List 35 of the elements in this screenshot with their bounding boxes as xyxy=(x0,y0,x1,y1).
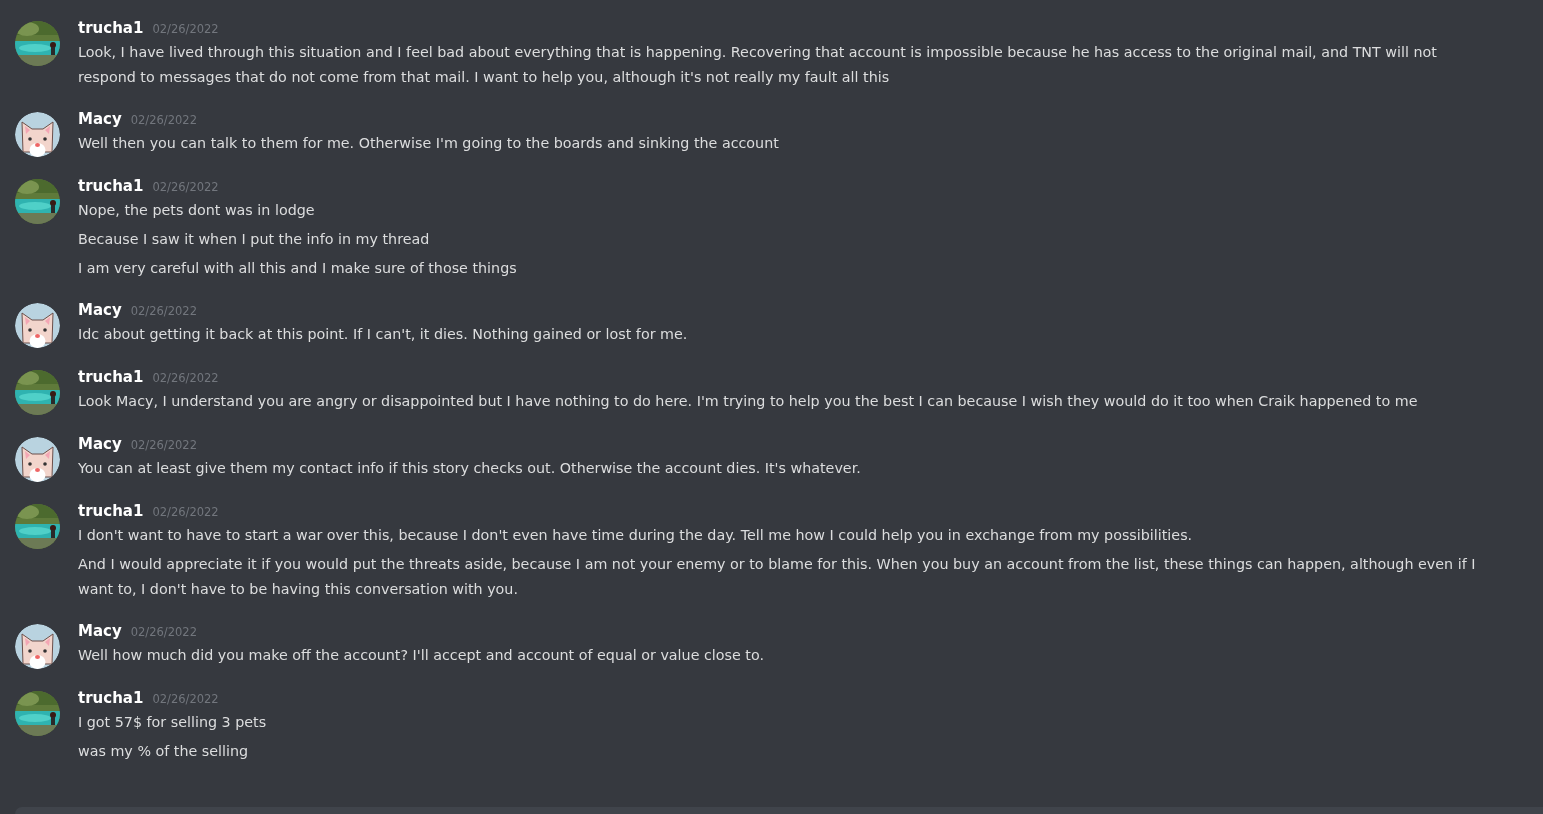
message-text: was my % of the selling xyxy=(78,742,250,761)
timestamp: 02/26/2022 xyxy=(130,625,197,639)
message-text: I am very careful with all this and I make sure of those things xyxy=(78,259,517,278)
timestamp: 02/26/2022 xyxy=(152,180,219,194)
author-name[interactable]: trucha1 xyxy=(78,19,144,37)
message-text: Look Macy, I understand you are angry or disappointed but I have nothing to do here. I'm trying to help you the best I can because I wish they would do it too when Craik happened to me xyxy=(78,392,1418,411)
message-text: Idc about getting it back at this point. If I can't, it dies. Nothing gained or lost for me. xyxy=(78,325,688,344)
message-text: Because I saw it when I put the info in my thread xyxy=(78,230,431,249)
message-text: And I would appreciate it if you would put the threats aside, because I am not your enemy or to blame for this. When you buy an account from the list, these things can happen, although even if I want to, I don't have to be having this conversation with you. xyxy=(78,555,1477,599)
cat-icon xyxy=(15,303,60,348)
timestamp: 02/26/2022 xyxy=(152,371,219,385)
message-text: Look, I have lived through this situation and I feel bad about everything that is happening. Recovering that account is impossible because he has access to the original mail, and TNT will not respond to messages that do not come from that mail. I want to help you, although it's not really my fault all this xyxy=(78,43,1438,87)
author-name[interactable]: Macy xyxy=(78,301,122,319)
timestamp: 02/26/2022 xyxy=(130,304,197,318)
message-text: Well how much did you make off the account? I'll accept and account of equal or value close to. xyxy=(78,646,764,665)
message-text: You can at least give them my contact info if this story checks out. Otherwise the account dies. It's whatever. xyxy=(78,459,861,478)
author-name[interactable]: trucha1 xyxy=(78,177,144,195)
cat-icon xyxy=(15,624,60,669)
message-text: Well then you can talk to them for me. Otherwise I'm going to the boards and sinking the account xyxy=(78,134,779,153)
message-text: I don't want to have to start a war over this, because I don't even have time during the day. Tell me how I could help you in exchange from my possibilities. xyxy=(78,526,1194,545)
timestamp: 02/26/2022 xyxy=(152,22,219,36)
author-name[interactable]: Macy xyxy=(78,435,122,453)
author-name[interactable]: trucha1 xyxy=(78,502,144,520)
timestamp: 02/26/2022 xyxy=(130,438,197,452)
timestamp: 02/26/2022 xyxy=(130,113,197,127)
author-name[interactable]: trucha1 xyxy=(78,689,144,707)
message-text: Nope, the pets dont was in lodge xyxy=(78,201,316,220)
author-name[interactable]: trucha1 xyxy=(78,368,144,386)
cat-icon xyxy=(15,437,60,482)
author-name[interactable]: Macy xyxy=(78,110,122,128)
message-text: I got 57$ for selling 3 pets xyxy=(78,713,267,732)
cat-icon xyxy=(15,112,60,157)
timestamp: 02/26/2022 xyxy=(152,692,219,706)
author-name[interactable]: Macy xyxy=(78,622,122,640)
timestamp: 02/26/2022 xyxy=(152,505,219,519)
